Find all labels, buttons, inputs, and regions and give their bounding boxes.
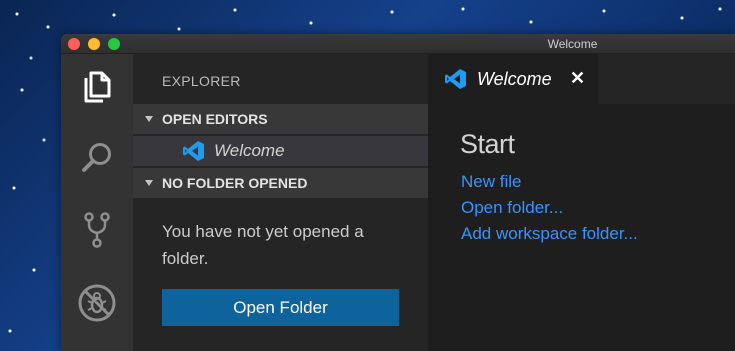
open-editors-header[interactable]: OPEN EDITORS	[133, 104, 428, 134]
window-maximize-button[interactable]	[108, 38, 120, 50]
activity-debug-button[interactable]	[73, 279, 121, 327]
no-folder-opened-header[interactable]: NO FOLDER OPENED	[133, 168, 428, 198]
tab-bar: Welcome ✕	[428, 54, 735, 104]
no-folder-opened-label: NO FOLDER OPENED	[162, 175, 308, 191]
search-icon	[82, 143, 111, 172]
activity-source-control-button[interactable]	[73, 206, 121, 254]
open-editor-item-welcome[interactable]: Welcome	[133, 136, 428, 166]
open-folder-button[interactable]: Open Folder	[162, 289, 399, 326]
vscode-logo-icon	[445, 69, 466, 89]
editor-area: Welcome ✕ Start New file Open folder... …	[428, 54, 735, 351]
close-icon[interactable]: ✕	[570, 68, 585, 89]
start-heading: Start	[460, 129, 515, 159]
add-workspace-folder-link[interactable]: Add workspace folder...	[461, 224, 638, 244]
tab-welcome[interactable]: Welcome ✕	[428, 54, 598, 104]
debug-icon	[78, 284, 116, 322]
open-editors-label: OPEN EDITORS	[162, 111, 268, 127]
activity-explorer-button[interactable]	[73, 63, 121, 111]
chevron-down-icon	[145, 180, 153, 186]
activity-search-button[interactable]	[73, 134, 121, 182]
title-bar: Welcome	[61, 34, 735, 54]
open-folder-link[interactable]: Open folder...	[461, 198, 563, 218]
tab-label: Welcome	[477, 68, 552, 89]
open-editor-label: Welcome	[214, 141, 285, 160]
sidebar-title: EXPLORER	[162, 73, 241, 89]
source-control-icon	[84, 212, 110, 248]
no-folder-message: You have not yet opened a folder.	[162, 222, 364, 268]
vscode-window: Welcome EXPLORER OPEN EDITORS Welcome NO…	[61, 34, 735, 351]
chevron-down-icon	[145, 116, 153, 122]
explorer-sidebar: EXPLORER OPEN EDITORS Welcome NO FOLDER …	[133, 54, 428, 351]
window-close-button[interactable]	[68, 38, 80, 50]
window-title: Welcome	[547, 37, 598, 51]
activity-bar	[61, 54, 133, 351]
window-minimize-button[interactable]	[88, 38, 100, 50]
new-file-link[interactable]: New file	[461, 172, 521, 192]
files-icon	[84, 71, 111, 103]
vscode-logo-icon	[183, 141, 204, 161]
